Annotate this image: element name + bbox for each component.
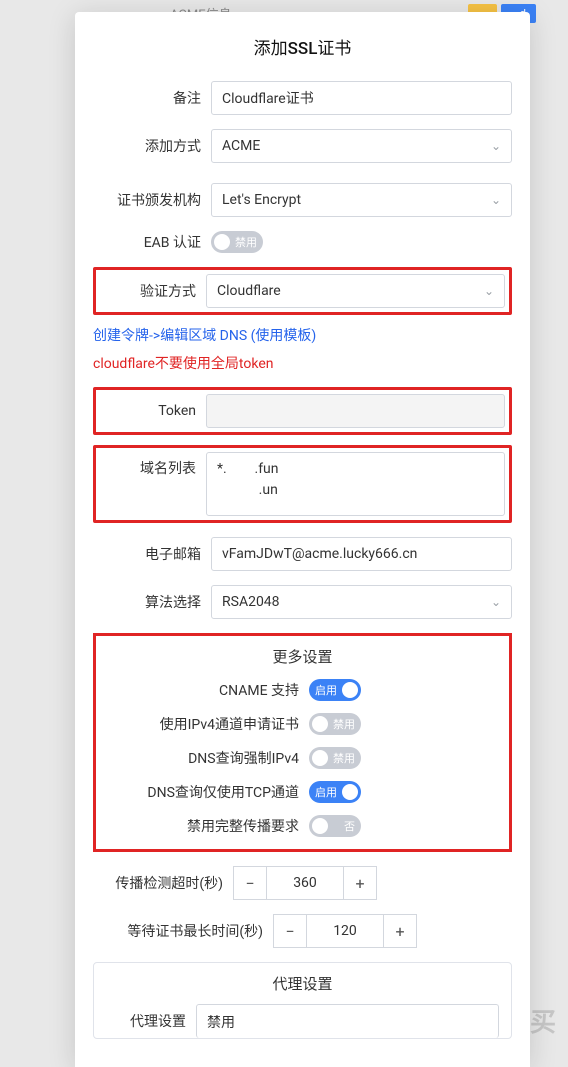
disable-prop-toggle-text: 否	[344, 818, 355, 834]
cert-wait-plus[interactable]: +	[383, 914, 417, 948]
row-add-method: 添加方式 ACME ⌄	[93, 129, 512, 163]
remark-value: Cloudflare证书	[222, 88, 314, 108]
cert-wait-minus[interactable]: −	[273, 914, 307, 948]
disable-prop-toggle[interactable]: 否	[309, 815, 361, 837]
more-settings-box: 更多设置 CNAME 支持 启用 使用IPv4通道申请证书 禁用 DNS查询强制…	[93, 633, 512, 852]
algo-label: 算法选择	[93, 592, 201, 612]
add-method-value: ACME	[222, 138, 260, 154]
cloudflare-warning: cloudflare不要使用全局token	[93, 353, 512, 373]
add-method-label: 添加方式	[93, 136, 201, 156]
verify-label: 验证方式	[100, 281, 196, 301]
verify-select[interactable]: Cloudflare ⌄	[206, 274, 505, 308]
more-settings-title: 更多设置	[104, 646, 501, 667]
dns-force-v4-toggle-text: 禁用	[333, 750, 355, 766]
eab-toggle-text: 禁用	[235, 234, 257, 250]
dns-tcp-toggle-text: 启用	[315, 784, 337, 800]
token-input[interactable]	[206, 394, 505, 428]
row-cert-wait: 等待证书最长时间(秒) − 120 +	[93, 914, 512, 948]
domain-value: *. .fun .un	[217, 461, 279, 498]
row-email: 电子邮箱 vFamJDwT@acme.lucky666.cn	[93, 537, 512, 571]
domain-label: 域名列表	[100, 452, 196, 478]
row-verify: 验证方式 Cloudflare ⌄	[100, 274, 505, 308]
ipv4-req-toggle[interactable]: 禁用	[309, 713, 361, 735]
disable-prop-label: 禁用完整传播要求	[104, 816, 309, 836]
add-ssl-modal: 添加SSL证书 备注 Cloudflare证书 添加方式 ACME ⌄ 证书颁发…	[75, 12, 530, 1067]
cname-toggle-text: 启用	[315, 682, 337, 698]
verify-value: Cloudflare	[217, 283, 281, 299]
row-remark: 备注 Cloudflare证书	[93, 81, 512, 115]
dns-force-v4-label: DNS查询强制IPv4	[104, 748, 309, 768]
eab-label: EAB 认证	[93, 232, 201, 252]
add-method-select[interactable]: ACME ⌄	[211, 129, 512, 163]
eab-toggle[interactable]: 禁用	[211, 231, 263, 253]
cname-label: CNAME 支持	[104, 680, 309, 700]
domain-textarea[interactable]: *. .fun .un	[206, 452, 505, 516]
prop-timeout-plus[interactable]: +	[343, 866, 377, 900]
row-cname: CNAME 支持 启用	[104, 679, 501, 701]
proxy-value: 禁用	[207, 1012, 235, 1032]
ca-label: 证书颁发机构	[93, 190, 201, 210]
cname-toggle[interactable]: 启用	[309, 679, 361, 701]
highlight-verify: 验证方式 Cloudflare ⌄	[93, 267, 512, 315]
row-proxy: 代理设置 禁用	[106, 1004, 499, 1038]
token-label: Token	[100, 403, 196, 419]
dns-tcp-toggle[interactable]: 启用	[309, 781, 361, 803]
cert-wait-stepper: − 120 +	[273, 914, 417, 948]
row-ca: 证书颁发机构 Let's Encrypt ⌄	[93, 183, 512, 217]
remark-input[interactable]: Cloudflare证书	[211, 81, 512, 115]
row-algo: 算法选择 RSA2048 ⌄	[93, 585, 512, 619]
row-dns-tcp: DNS查询仅使用TCP通道 启用	[104, 781, 501, 803]
ipv4-req-toggle-text: 禁用	[333, 716, 355, 732]
prop-timeout-label: 传播检测超时(秒)	[93, 873, 223, 893]
dns-tcp-label: DNS查询仅使用TCP通道	[104, 782, 309, 802]
row-dns-force-v4: DNS查询强制IPv4 禁用	[104, 747, 501, 769]
dns-force-v4-toggle[interactable]: 禁用	[309, 747, 361, 769]
chevron-down-icon: ⌄	[491, 193, 501, 207]
chevron-down-icon: ⌄	[491, 595, 501, 609]
remark-label: 备注	[93, 88, 201, 108]
chevron-down-icon: ⌄	[491, 139, 501, 153]
proxy-card: 代理设置 代理设置 禁用	[93, 962, 512, 1039]
proxy-select[interactable]: 禁用	[196, 1004, 499, 1038]
prop-timeout-stepper: − 360 +	[233, 866, 377, 900]
proxy-card-title: 代理设置	[106, 973, 499, 994]
ipv4-req-label: 使用IPv4通道申请证书	[104, 714, 309, 734]
ca-value: Let's Encrypt	[222, 192, 301, 208]
highlight-domains: 域名列表 *. .fun .un	[93, 445, 512, 523]
modal-title: 添加SSL证书	[93, 34, 512, 59]
algo-value: RSA2048	[222, 594, 280, 610]
row-domains: 域名列表 *. .fun .un	[100, 452, 505, 516]
row-prop-timeout: 传播检测超时(秒) − 360 +	[93, 866, 512, 900]
cert-wait-label: 等待证书最长时间(秒)	[93, 921, 263, 941]
row-eab: EAB 认证 禁用	[93, 231, 512, 253]
row-token: Token	[100, 394, 505, 428]
token-template-link-row: 创建令牌->编辑区域 DNS (使用模板)	[93, 325, 512, 345]
chevron-down-icon: ⌄	[484, 284, 494, 298]
token-template-link[interactable]: 创建令牌->编辑区域 DNS (使用模板)	[93, 328, 316, 344]
row-ipv4-req: 使用IPv4通道申请证书 禁用	[104, 713, 501, 735]
row-disable-prop: 禁用完整传播要求 否	[104, 815, 501, 837]
email-label: 电子邮箱	[93, 544, 201, 564]
proxy-label: 代理设置	[106, 1011, 186, 1031]
email-input[interactable]: vFamJDwT@acme.lucky666.cn	[211, 537, 512, 571]
prop-timeout-minus[interactable]: −	[233, 866, 267, 900]
cert-wait-value[interactable]: 120	[307, 914, 383, 948]
ca-select[interactable]: Let's Encrypt ⌄	[211, 183, 512, 217]
highlight-token: Token	[93, 387, 512, 435]
prop-timeout-value[interactable]: 360	[267, 866, 343, 900]
email-value: vFamJDwT@acme.lucky666.cn	[222, 546, 417, 562]
algo-select[interactable]: RSA2048 ⌄	[211, 585, 512, 619]
